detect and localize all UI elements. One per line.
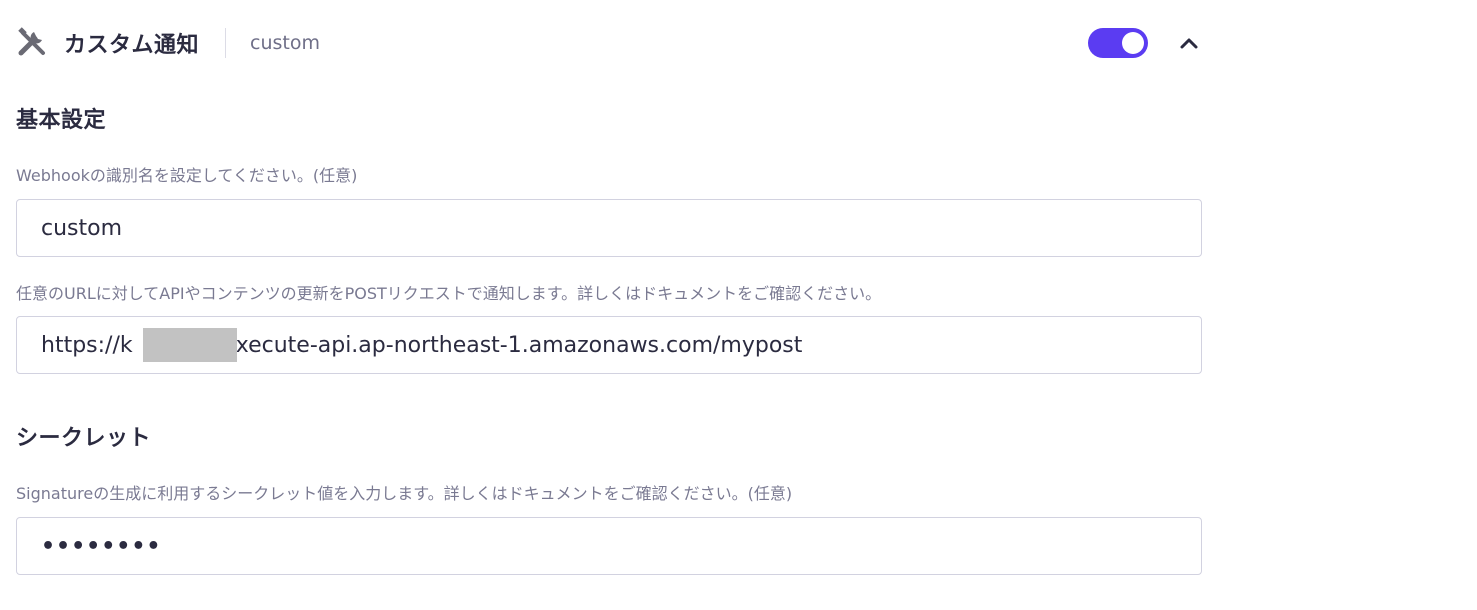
webhook-url-label: 任意のURLに対してAPIやコンテンツの更新をPOSTリクエストで通知します。詳… [16,284,882,303]
enable-toggle[interactable] [1088,28,1148,58]
custom-notification-header: カスタム通知 custom [16,22,1204,64]
redaction-block [143,328,237,362]
secret-label: Signatureの生成に利用するシークレット値を入力します。詳しくはドキュメン… [16,484,793,503]
webhook-name-label: Webhookの識別名を設定してください。(任意) [16,166,358,185]
secret-value: •••••••• [41,533,162,559]
basic-settings-heading: 基本設定 [16,108,107,133]
webhook-name-value: custom [41,215,123,241]
webhook-settings-page: カスタム通知 custom 基本設定 Webhookの識別名を設定してください。… [0,0,1477,610]
toggle-knob [1122,32,1144,54]
tools-icon [16,26,50,60]
secret-input[interactable]: •••••••• [16,517,1202,575]
webhook-id-label: custom [250,32,320,54]
chevron-up-icon[interactable] [1174,28,1204,58]
webhook-url-input[interactable]: https://k ui.execute-api.ap-northeast-1.… [16,316,1202,374]
secret-heading: シークレット [16,426,152,451]
header-divider [225,28,227,58]
section-title: カスタム通知 [64,33,200,58]
webhook-name-input[interactable]: custom [16,199,1202,257]
